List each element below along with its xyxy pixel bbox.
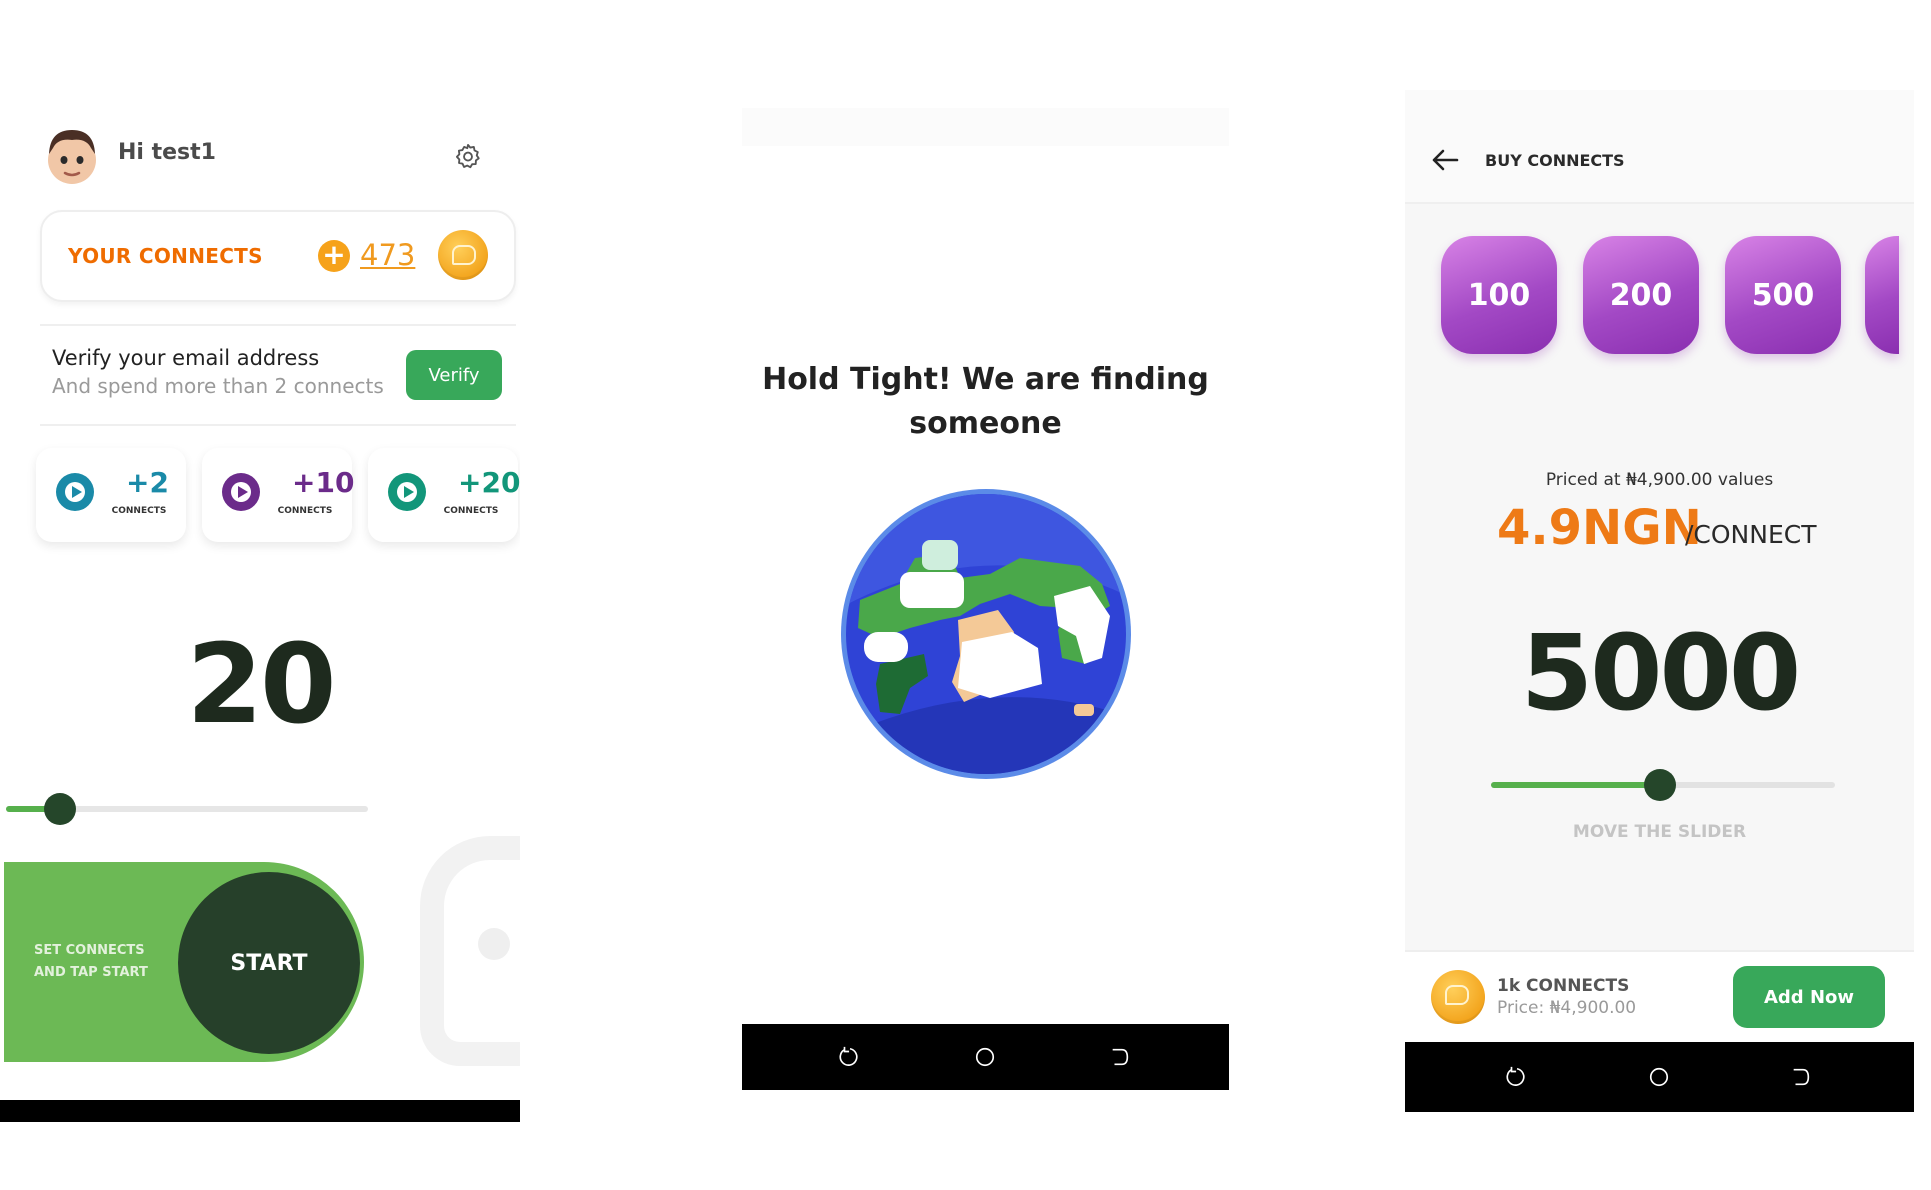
selected-connects: 20: [186, 620, 336, 748]
header: Hi test1: [42, 126, 482, 192]
recent-apps-icon[interactable]: [1506, 1066, 1528, 1088]
plus-icon[interactable]: +: [318, 240, 350, 272]
slider-thumb[interactable]: [44, 793, 77, 825]
start-hint: SET CONNECTS AND TAP START: [34, 943, 148, 980]
priced-text: Priced at ₦4,900.00 values: [1545, 470, 1774, 490]
home-icon[interactable]: [974, 1046, 996, 1068]
connects-count[interactable]: 473: [360, 238, 415, 272]
reward-amount: +10: [292, 466, 355, 499]
avatar[interactable]: [42, 126, 102, 188]
buy-connects-screen: BUY CONNECTS 100 200 500 Priced at ₦4,90…: [1405, 90, 1914, 1112]
connects-card: YOUR CONNECTS + 473: [40, 210, 516, 302]
slider-hint: MOVE THE SLIDER: [1572, 822, 1747, 842]
navigation-bar: [1405, 1042, 1914, 1112]
slider-fill: [1491, 782, 1660, 788]
play-icon: [222, 473, 260, 511]
coin-icon: [438, 230, 488, 280]
selected-amount: 5000: [1520, 612, 1801, 734]
reward-card-2[interactable]: +2 CONNECTS: [36, 448, 186, 542]
rate-unit: /CONNECT: [1685, 520, 1817, 549]
divider: [40, 424, 516, 426]
home-screen: Hi test1 YOUR CONNECTS + 473 Verify your…: [0, 76, 520, 1122]
pack-next-partial[interactable]: [1865, 236, 1899, 354]
slider-thumb[interactable]: [1643, 769, 1676, 801]
bundle-title: 1k CONNECTS: [1497, 976, 1630, 996]
divider: [40, 324, 516, 326]
play-icon: [388, 473, 426, 511]
reward-amount: +2: [126, 466, 169, 499]
gear-icon[interactable]: [454, 142, 482, 170]
back-arrow-icon[interactable]: [1431, 148, 1459, 172]
reward-card-10[interactable]: +10 CONNECTS: [202, 448, 355, 542]
finding-message: Hold Tight! We are finding someone: [762, 362, 1209, 441]
reward-card-20[interactable]: +20 CONNECTS: [368, 448, 520, 542]
home-icon[interactable]: [1648, 1066, 1670, 1088]
header: BUY CONNECTS: [1405, 90, 1914, 204]
pack-100-button[interactable]: 100: [1441, 236, 1557, 354]
navigation-bar: [742, 1024, 1229, 1090]
back-icon[interactable]: [1109, 1046, 1131, 1068]
verify-button[interactable]: Verify: [406, 350, 502, 400]
recent-apps-icon[interactable]: [839, 1046, 861, 1068]
coin-icon: [1431, 970, 1485, 1024]
play-icon: [56, 473, 94, 511]
finding-screen: Hold Tight! We are finding someone: [742, 108, 1229, 1090]
verify-subtitle: And spend more than 2 connects: [52, 374, 384, 398]
status-bar: [742, 108, 1229, 146]
back-icon[interactable]: [1790, 1066, 1812, 1088]
globe-illustration: [841, 489, 1131, 779]
reward-amount: +20: [458, 466, 520, 499]
greeting: Hi test1: [118, 140, 216, 165]
verify-title: Verify your email address: [52, 346, 320, 370]
add-now-button[interactable]: Add Now: [1733, 966, 1885, 1028]
pack-500-button[interactable]: 500: [1725, 236, 1841, 354]
start-button[interactable]: START: [178, 872, 360, 1054]
ghost-decoration-dot: [478, 928, 510, 960]
reward-unit: CONNECTS: [443, 506, 499, 516]
bundle-price: Price: ₦4,900.00: [1497, 998, 1637, 1018]
page-title: BUY CONNECTS: [1485, 151, 1625, 170]
connects-label: YOUR CONNECTS: [68, 244, 263, 268]
reward-unit: CONNECTS: [277, 506, 333, 516]
rate-value: 4.9NGN: [1497, 500, 1702, 556]
reward-unit: CONNECTS: [111, 506, 167, 516]
navigation-bar: [0, 1100, 520, 1122]
pack-200-button[interactable]: 200: [1583, 236, 1699, 354]
start-panel: SET CONNECTS AND TAP START START: [4, 862, 364, 1062]
purchase-footer: 1k CONNECTS Price: ₦4,900.00 Add Now: [1405, 950, 1914, 1042]
